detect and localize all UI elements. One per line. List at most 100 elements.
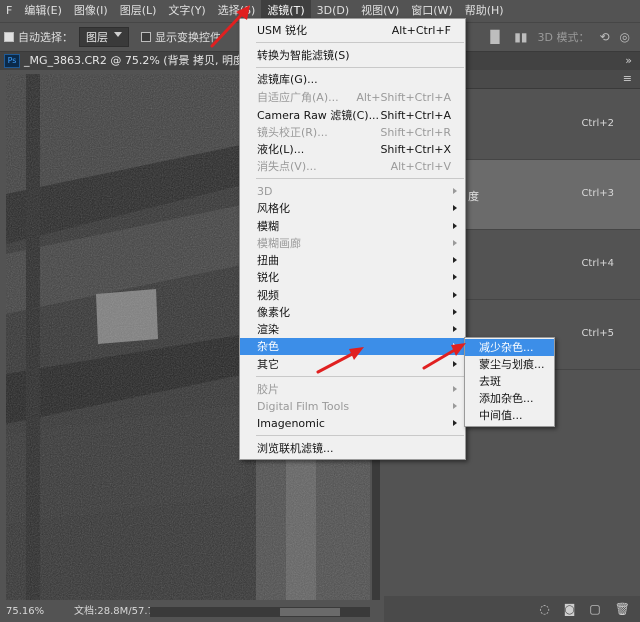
roll-3d-icon[interactable]: ◎ bbox=[620, 30, 630, 44]
menu-item-lens-correction[interactable]: 镜头校正(R)... Shift+Ctrl+R bbox=[240, 124, 465, 141]
menu-item-adaptive-wide-angle[interactable]: 自适应广角(A)... Alt+Shift+Ctrl+A bbox=[240, 89, 465, 106]
menu-item-label: 镜头校正(R)... bbox=[257, 126, 328, 139]
menu-item-render[interactable]: 渲染 bbox=[240, 321, 465, 338]
menu-item-label: 胶片 bbox=[257, 383, 279, 396]
menu-separator bbox=[256, 376, 464, 377]
submenu-arrow-icon bbox=[453, 292, 457, 298]
menu-item-digital-film-tools[interactable]: Digital Film Tools bbox=[240, 398, 465, 415]
submenu-arrow-icon bbox=[453, 403, 457, 409]
menu-item-label: 视频 bbox=[257, 289, 279, 302]
menu-item-label: 3D bbox=[257, 185, 273, 198]
new-channel-icon[interactable]: ▢ bbox=[589, 602, 600, 616]
menu-item-vanishing-point[interactable]: 消失点(V)... Alt+Ctrl+V bbox=[240, 158, 465, 175]
show-transform-checkbox[interactable] bbox=[141, 32, 151, 42]
menu-item-filter-gallery[interactable]: 滤镜库(G)... bbox=[240, 71, 465, 88]
menu-item-camera-raw[interactable]: Camera Raw 滤镜(C)... Shift+Ctrl+A bbox=[240, 107, 465, 124]
menu-item-shortcut: Alt+Ctrl+V bbox=[390, 160, 451, 173]
menu-help[interactable]: 帮助(H) bbox=[459, 0, 510, 22]
menu-item-video[interactable]: 视频 bbox=[240, 287, 465, 304]
submenu-arrow-icon bbox=[453, 223, 457, 229]
noise-submenu: 减少杂色... 蒙尘与划痕... 去斑 添加杂色... 中间值... bbox=[464, 337, 555, 427]
menu-item-shortcut: Alt+Shift+Ctrl+A bbox=[356, 91, 451, 104]
submenu-item-add-noise[interactable]: 添加杂色... bbox=[465, 390, 554, 407]
zoom-level[interactable]: 75.16% bbox=[6, 602, 44, 622]
menu-layer[interactable]: 图层(L) bbox=[114, 0, 163, 22]
menu-item-shortcut: Shift+Ctrl+X bbox=[380, 143, 451, 156]
submenu-arrow-icon bbox=[453, 205, 457, 211]
submenu-arrow-icon bbox=[453, 240, 457, 246]
menu-item-label: 滤镜库(G)... bbox=[257, 73, 318, 86]
menu-item-label: 消失点(V)... bbox=[257, 160, 317, 173]
menu-item-3d[interactable]: 3D bbox=[240, 183, 465, 200]
align-tools: ▐▌ ▮▮ 3D 模式： ⟲ ◎ bbox=[486, 23, 640, 51]
trash-icon[interactable]: 🗑 bbox=[615, 602, 630, 616]
menu-item-convert-smart-filter[interactable]: 转换为智能滤镜(S) bbox=[240, 47, 465, 64]
menu-item-pixelate[interactable]: 像素化 bbox=[240, 304, 465, 321]
menu-item-usm-sharpen[interactable]: USM 锐化 Alt+Ctrl+F bbox=[240, 22, 465, 39]
submenu-item-reduce-noise[interactable]: 减少杂色... bbox=[465, 339, 554, 356]
submenu-item-label: 减少杂色... bbox=[479, 341, 534, 354]
submenu-item-despeckle[interactable]: 去斑 bbox=[465, 373, 554, 390]
auto-select-checkbox[interactable] bbox=[4, 32, 14, 42]
menu-item-label: 自适应广角(A)... bbox=[257, 91, 339, 104]
menu-item-film[interactable]: 胶片 bbox=[240, 381, 465, 398]
submenu-item-dust-scratches[interactable]: 蒙尘与划痕... bbox=[465, 356, 554, 373]
menu-item-shortcut: Shift+Ctrl+A bbox=[380, 109, 451, 122]
submenu-arrow-icon bbox=[453, 361, 457, 367]
menu-item-label: Camera Raw 滤镜(C)... bbox=[257, 109, 380, 122]
menu-separator bbox=[256, 67, 464, 68]
menu-item-sharpen[interactable]: 锐化 bbox=[240, 269, 465, 286]
menu-item-label: 渲染 bbox=[257, 323, 279, 336]
document-title: _MG_3863.CR2 @ 75.2% (背景 拷贝, 明度/8) * bbox=[24, 54, 269, 67]
chevron-down-icon bbox=[114, 32, 122, 37]
menu-item-label: 液化(L)... bbox=[257, 143, 305, 156]
menu-separator bbox=[256, 178, 464, 179]
menu-item-imagenomic[interactable]: Imagenomic bbox=[240, 415, 465, 432]
auto-select-option[interactable]: 自动选择： bbox=[4, 29, 73, 45]
show-transform-label: 显示变换控件 bbox=[155, 31, 221, 44]
submenu-item-median[interactable]: 中间值... bbox=[465, 407, 554, 424]
menu-image[interactable]: 图像(I) bbox=[68, 0, 114, 22]
submenu-arrow-icon bbox=[453, 420, 457, 426]
collapse-icon[interactable]: » bbox=[625, 54, 632, 67]
menu-separator bbox=[256, 435, 464, 436]
menu-item-blur[interactable]: 模糊 bbox=[240, 218, 465, 235]
menu-item-shortcut: Alt+Ctrl+F bbox=[391, 24, 451, 37]
menu-file[interactable]: F bbox=[0, 0, 18, 22]
distribute-icon[interactable]: ▐▌ bbox=[486, 30, 504, 44]
save-selection-icon[interactable]: ◙ bbox=[564, 602, 576, 616]
menu-item-label: 杂色 bbox=[257, 340, 279, 353]
menu-item-label: 风格化 bbox=[257, 202, 290, 215]
menu-item-liquify[interactable]: 液化(L)... Shift+Ctrl+X bbox=[240, 141, 465, 158]
menu-item-blur-gallery[interactable]: 模糊画廊 bbox=[240, 235, 465, 252]
menu-item-browse-online-filters[interactable]: 浏览联机滤镜... bbox=[240, 440, 465, 457]
auto-select-dropdown[interactable]: 图层 bbox=[79, 27, 129, 47]
channel-shortcut: Ctrl+3 bbox=[581, 188, 614, 199]
menu-edit[interactable]: 编辑(E) bbox=[18, 0, 68, 22]
channel-shortcut: Ctrl+4 bbox=[581, 258, 614, 269]
ps-document-icon: Ps bbox=[4, 54, 20, 68]
submenu-arrow-icon bbox=[453, 274, 457, 280]
submenu-arrow-icon bbox=[453, 309, 457, 315]
submenu-arrow-icon bbox=[453, 343, 457, 349]
align-icon[interactable]: ▮▮ bbox=[514, 30, 527, 44]
submenu-item-label: 去斑 bbox=[479, 375, 501, 388]
channel-shortcut: Ctrl+5 bbox=[581, 328, 614, 339]
scrollbar-thumb[interactable] bbox=[280, 608, 340, 616]
menu-item-distort[interactable]: 扭曲 bbox=[240, 252, 465, 269]
rotate-3d-icon[interactable]: ⟲ bbox=[599, 30, 609, 44]
menu-type[interactable]: 文字(Y) bbox=[162, 0, 211, 22]
menu-item-label: 转换为智能滤镜(S) bbox=[257, 49, 350, 62]
menu-item-stylize[interactable]: 风格化 bbox=[240, 200, 465, 217]
load-selection-icon[interactable]: ◌ bbox=[539, 602, 549, 616]
horizontal-scrollbar[interactable] bbox=[150, 607, 370, 617]
auto-select-label: 自动选择： bbox=[18, 31, 73, 44]
panel-footer: ◌ ◙ ▢ 🗑 bbox=[384, 596, 640, 622]
menu-item-label: Imagenomic bbox=[257, 417, 325, 430]
menu-item-noise[interactable]: 杂色 bbox=[240, 338, 465, 355]
panel-menu-icon[interactable]: ≡ bbox=[623, 72, 632, 85]
menu-item-other[interactable]: 其它 bbox=[240, 356, 465, 373]
show-transform-option[interactable]: 显示变换控件 bbox=[141, 29, 221, 45]
submenu-arrow-icon bbox=[453, 386, 457, 392]
submenu-arrow-icon bbox=[453, 257, 457, 263]
